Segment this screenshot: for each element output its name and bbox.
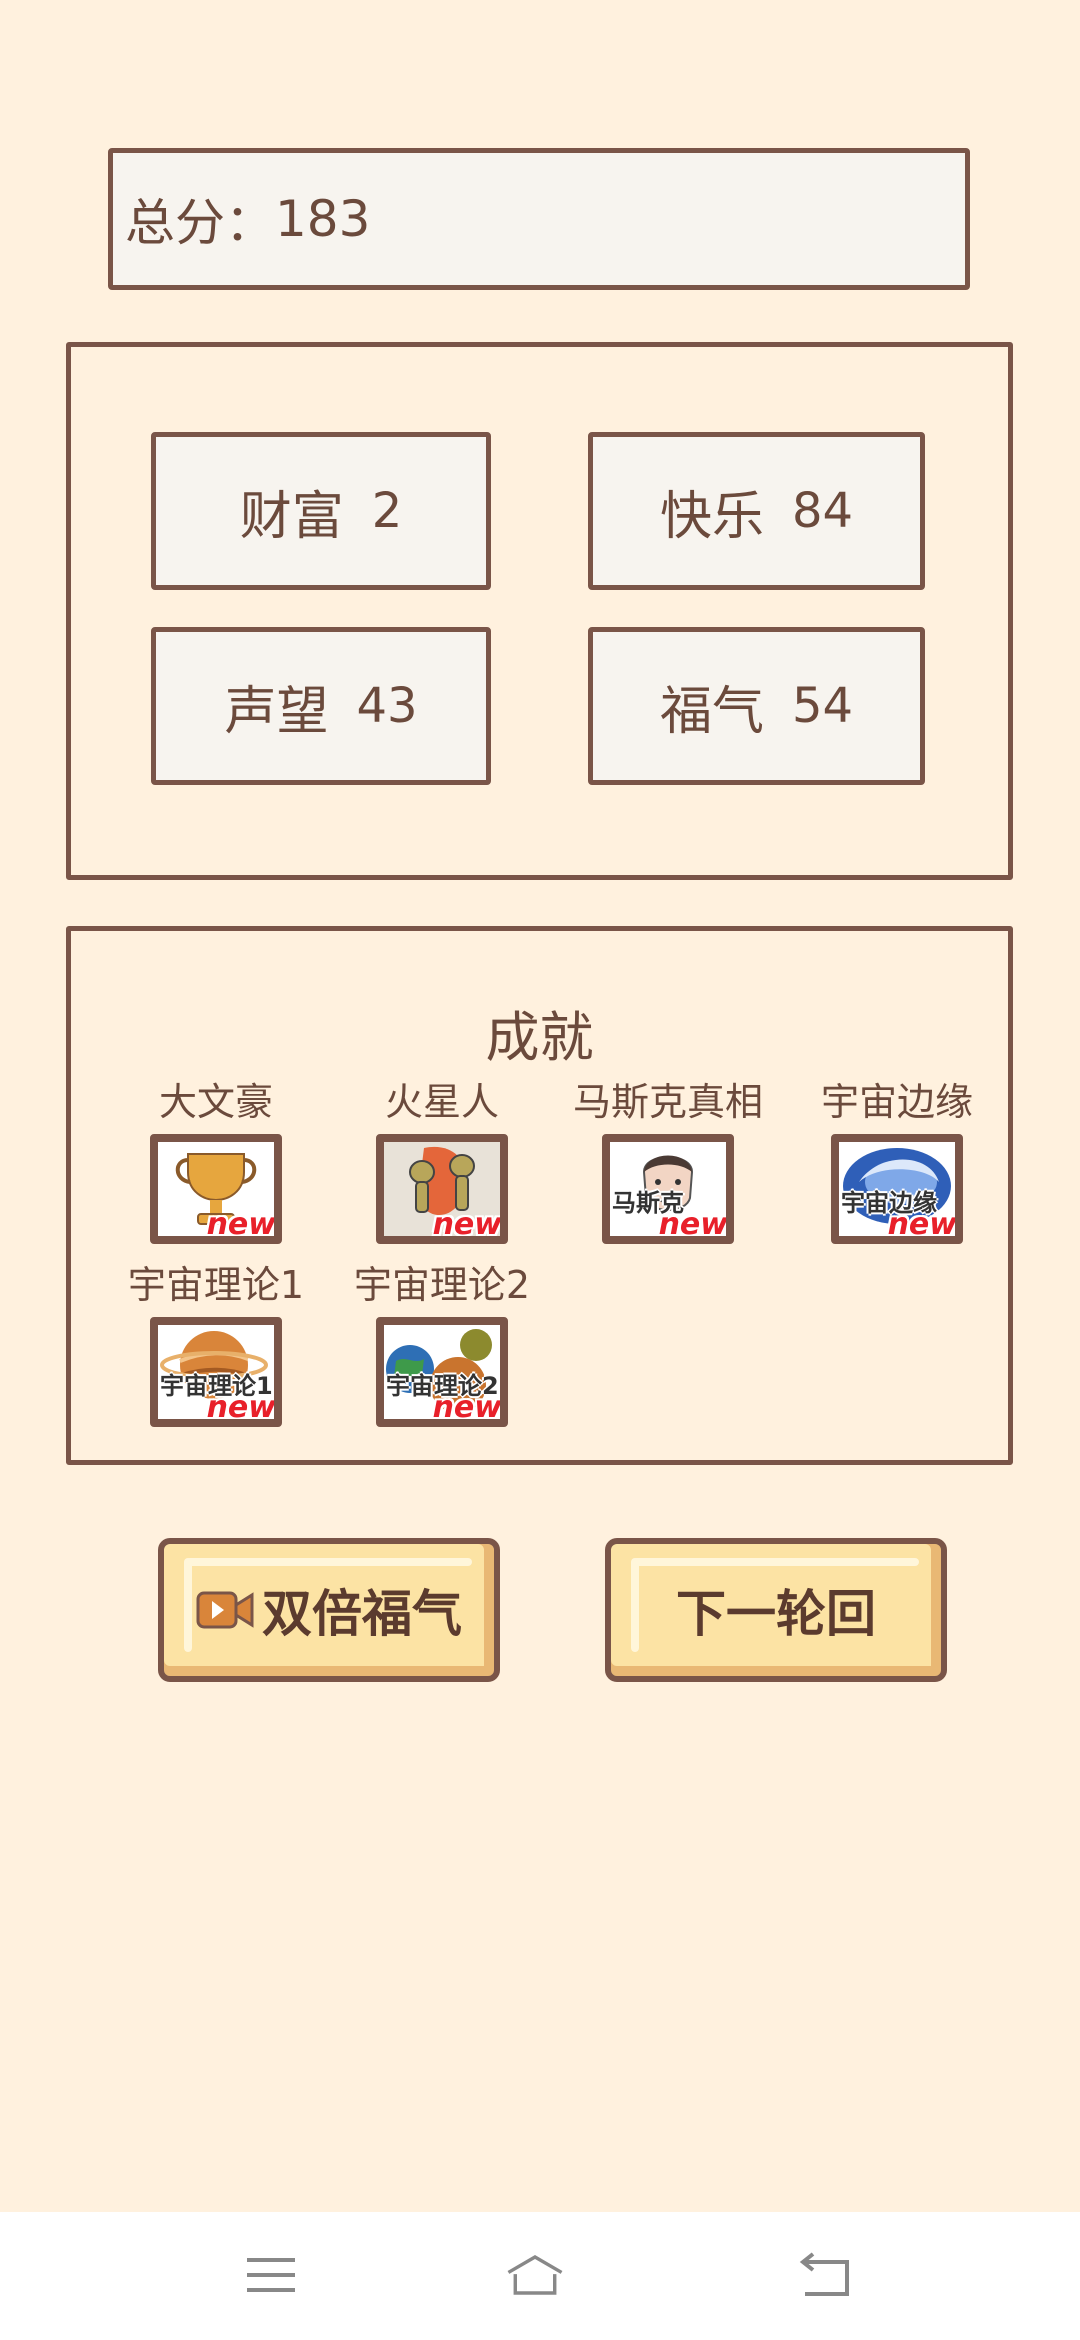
total-score-box: 总分： 183 — [108, 148, 970, 290]
achievement-item[interactable]: 宇宙边缘 宇宙边缘 new — [782, 1071, 1012, 1244]
achievement-item[interactable]: 宇宙理论1 宇宙理论1 new — [101, 1254, 331, 1427]
achievement-label: 宇宙理论1 — [127, 1263, 305, 1307]
next-round-button[interactable]: 下一轮回 — [605, 1538, 947, 1682]
home-icon[interactable] — [505, 2250, 565, 2300]
stat-wealth: 财富 2 — [151, 432, 491, 590]
galaxy-icon: 宇宙边缘 new — [831, 1134, 963, 1244]
stat-luck: 福气 54 — [588, 627, 925, 785]
achievement-label: 宇宙边缘 — [820, 1080, 973, 1124]
stat-fame-value: 43 — [356, 678, 418, 734]
stat-fame: 声望 43 — [151, 627, 491, 785]
stat-wealth-label: 财富 — [239, 486, 344, 547]
stat-happiness: 快乐 84 — [588, 432, 925, 590]
stat-happiness-value: 84 — [791, 483, 854, 539]
back-icon[interactable] — [795, 2250, 855, 2300]
new-badge: new — [658, 1207, 728, 1242]
double-luck-button[interactable]: 双倍福气 — [158, 1538, 500, 1682]
video-icon — [196, 1591, 254, 1629]
martians-icon: new — [376, 1134, 508, 1244]
achievement-item[interactable]: 火星人 new — [327, 1071, 557, 1244]
new-badge: new — [206, 1207, 276, 1242]
achievement-item[interactable]: 大文豪 new — [101, 1071, 331, 1244]
stat-happiness-label: 快乐 — [659, 486, 764, 547]
menu-icon[interactable] — [241, 2250, 301, 2300]
planets-icon: 宇宙理论2 new — [376, 1317, 508, 1427]
new-badge: new — [432, 1207, 502, 1242]
achievement-label: 宇宙理论2 — [353, 1263, 531, 1307]
achievement-item[interactable]: 宇宙理论2 宇宙理论2 new — [327, 1254, 557, 1427]
new-badge: new — [432, 1390, 502, 1425]
stat-luck-label: 福气 — [659, 681, 764, 742]
total-score-value: 183 — [275, 190, 371, 248]
system-navigation-bar — [0, 2212, 1080, 2340]
portrait-icon: 马斯克 new — [602, 1134, 734, 1244]
stat-luck-value: 54 — [791, 678, 854, 734]
achievement-label: 大文豪 — [158, 1080, 273, 1124]
planet-icon: 宇宙理论1 new — [150, 1317, 282, 1427]
double-luck-label: 双倍福气 — [262, 1585, 462, 1643]
next-round-label: 下一轮回 — [676, 1585, 876, 1643]
stat-fame-label: 声望 — [224, 681, 329, 742]
achievements-panel: 成就 大文豪 new 火星人 new 马斯克真相 马斯克 new 宇宙边缘 宇宙… — [66, 926, 1013, 1465]
trophy-icon: new — [150, 1134, 282, 1244]
stat-wealth-value: 2 — [371, 483, 403, 539]
new-badge: new — [206, 1390, 276, 1425]
total-score-label: 总分： — [125, 194, 275, 252]
new-badge: new — [887, 1207, 957, 1242]
achievement-label: 马斯克真相 — [572, 1080, 763, 1124]
achievement-label: 火星人 — [384, 1080, 499, 1124]
stats-panel: 财富 2 快乐 84 声望 43 福气 54 — [66, 342, 1013, 880]
achievement-item[interactable]: 马斯克真相 马斯克 new — [553, 1071, 783, 1244]
achievements-title: 成就 — [485, 1006, 594, 1069]
